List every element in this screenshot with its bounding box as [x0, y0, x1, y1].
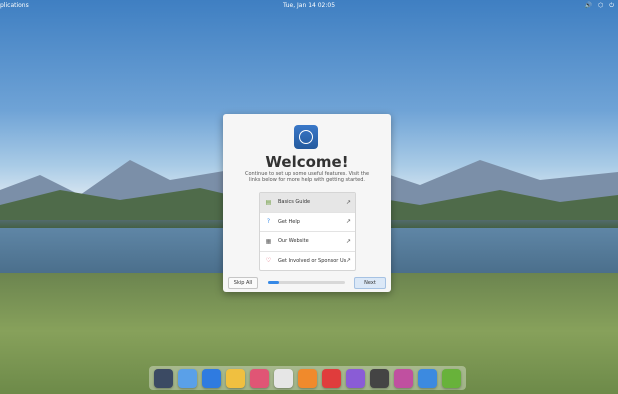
panel-clock[interactable]: Tue, Jan 14 02:05	[0, 0, 618, 12]
next-button[interactable]: Next	[354, 277, 386, 289]
calendar-icon[interactable]	[274, 368, 294, 388]
help-icon: ?	[266, 218, 271, 226]
dialog-title: Welcome!	[265, 153, 349, 171]
checkmark-icon[interactable]	[441, 368, 461, 388]
help-links-list: ▤ Basics Guide ↗ ? Get Help ↗ ▦ Our Webs…	[259, 192, 356, 271]
link-get-involved[interactable]: ♡ Get Involved or Sponsor Us ↗	[260, 250, 355, 271]
welcome-dialog: Welcome! Continue to set up some useful …	[223, 114, 391, 292]
mail-icon[interactable]	[226, 368, 246, 388]
dock	[149, 366, 466, 390]
files-icon[interactable]	[178, 368, 198, 388]
network-icon[interactable]: ⬡	[598, 0, 603, 12]
link-label: Our Website	[278, 238, 309, 245]
web-browser-icon[interactable]	[202, 368, 222, 388]
volume-icon[interactable]: 🔊	[585, 0, 592, 12]
photos-icon[interactable]	[345, 368, 365, 388]
multitasking-view-icon[interactable]	[154, 368, 174, 388]
link-label: Basics Guide	[278, 199, 311, 206]
link-our-website[interactable]: ▦ Our Website ↗	[260, 231, 355, 251]
link-get-help[interactable]: ? Get Help ↗	[260, 211, 355, 232]
external-link-icon: ↗	[345, 218, 351, 226]
external-link-icon: ↗	[345, 237, 351, 245]
skip-all-button[interactable]: Skip All	[228, 277, 258, 289]
top-panel: plications Tue, Jan 14 02:05 🔊 ⬡ ⏻	[0, 0, 618, 12]
app-logo-icon	[294, 125, 318, 149]
onboarding-progress-bar	[268, 281, 345, 284]
appcenter-icon[interactable]	[393, 368, 413, 388]
system-settings-icon[interactable]	[369, 368, 389, 388]
website-icon: ▦	[265, 237, 272, 245]
power-icon[interactable]: ⏻	[609, 0, 614, 12]
dialog-footer: Skip All Next	[228, 277, 386, 289]
heart-icon: ♡	[265, 257, 272, 265]
tasks-icon[interactable]	[250, 368, 270, 388]
link-label: Get Help	[278, 218, 300, 225]
system-tray: 🔊 ⬡ ⏻	[585, 0, 614, 12]
progress-fill	[268, 281, 279, 284]
document-icon: ▤	[265, 198, 272, 206]
external-link-icon: ↗	[345, 257, 351, 265]
web-installer-icon[interactable]	[417, 368, 437, 388]
videos-icon[interactable]	[321, 368, 341, 388]
link-label: Get Involved or Sponsor Us	[278, 257, 347, 264]
external-link-icon: ↗	[345, 198, 351, 206]
music-icon[interactable]	[297, 368, 317, 388]
dialog-description: Continue to set up some useful features.…	[244, 171, 370, 183]
link-basics-guide[interactable]: ▤ Basics Guide ↗	[260, 193, 355, 212]
